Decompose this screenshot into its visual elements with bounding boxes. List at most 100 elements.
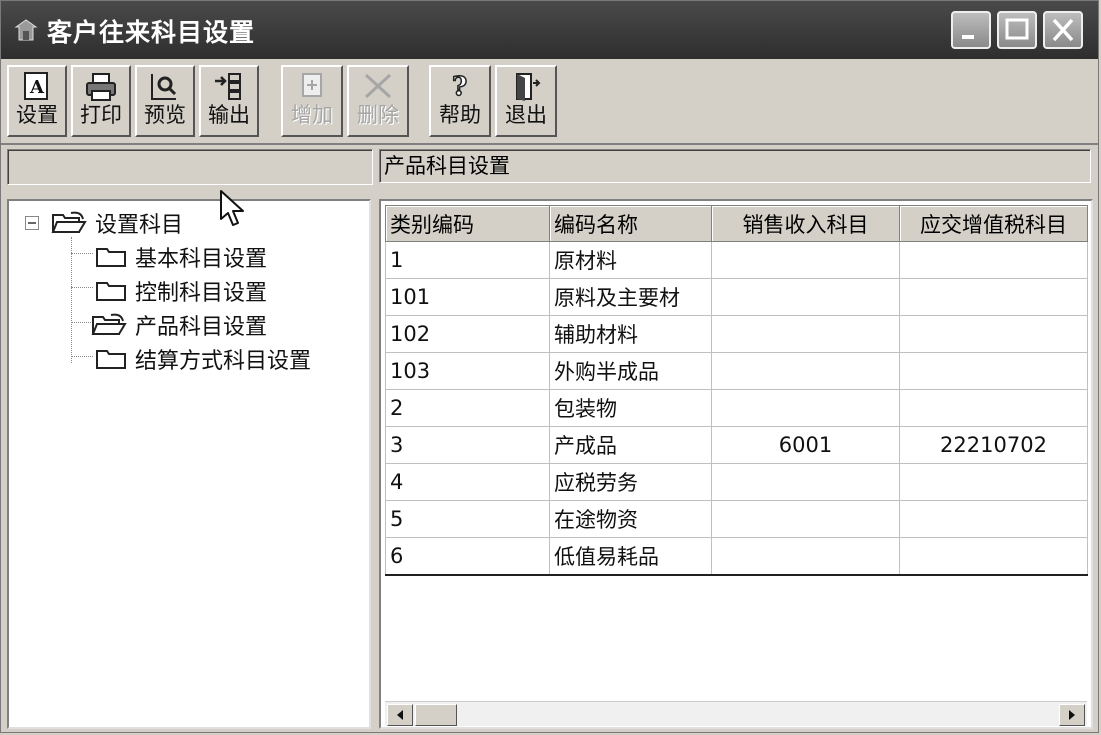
preview-button[interactable]: 预览: [135, 65, 195, 137]
open-folder-icon: [51, 211, 87, 233]
table-cell[interactable]: 外购半成品: [549, 352, 712, 390]
help-label: 帮助: [439, 103, 481, 127]
table-row[interactable]: 2 包装物: [385, 389, 1088, 427]
svg-text:?: ?: [452, 72, 467, 102]
tree-connector: [71, 237, 72, 363]
minimize-icon: [962, 35, 974, 39]
settings-label: 设置: [16, 103, 58, 127]
horizontal-scrollbar[interactable]: [385, 701, 1087, 726]
tree-connector: [71, 322, 93, 323]
svg-text:A: A: [29, 77, 45, 98]
folder-icon: [96, 350, 126, 369]
tree-item-label: 控制科目设置: [135, 281, 268, 306]
main-window: 客户往来科目设置 A 设置 打印 预览 输出 增加 删除 ? 帮助 退出 产品科…: [0, 0, 1099, 733]
tree-item-label: 基本科目设置: [135, 247, 268, 272]
column-header[interactable]: 应交增值税科目: [899, 205, 1088, 242]
add-button[interactable]: 增加: [281, 65, 343, 137]
mouse-cursor-icon: [220, 190, 244, 226]
table-cell[interactable]: 低值易耗品: [549, 537, 712, 576]
close-icon: [1052, 18, 1074, 42]
subject-tree[interactable]: 设置科目 基本科目设置 控制科目设置 产品科目设置 结算方式科目设置: [7, 199, 371, 729]
table-cell[interactable]: [711, 500, 900, 538]
table-row[interactable]: 101 原料及主要材: [385, 278, 1088, 316]
window-title: 客户往来科目设置: [47, 18, 256, 47]
table-cell[interactable]: [711, 537, 900, 576]
folder-icon: [96, 248, 126, 267]
exit-button[interactable]: 退出: [495, 65, 557, 137]
help-button[interactable]: ? 帮助: [429, 65, 491, 137]
column-header[interactable]: 销售收入科目: [711, 205, 900, 242]
table-cell[interactable]: 101: [385, 278, 550, 316]
open-folder-icon: [91, 313, 127, 335]
left-status-bar: [7, 149, 373, 185]
table-cell[interactable]: 原料及主要材: [549, 278, 712, 316]
section-title: 产品科目设置: [379, 149, 1091, 183]
table-cell[interactable]: [711, 315, 900, 353]
table-row[interactable]: 103 外购半成品: [385, 352, 1088, 390]
table-cell[interactable]: 6: [385, 537, 550, 576]
export-button[interactable]: 输出: [199, 65, 259, 137]
subject-table: 类别编码 编码名称 销售收入科目 应交增值税科目 1 原材料 101 原料及主要…: [385, 205, 1088, 576]
table-cell[interactable]: 102: [385, 315, 550, 353]
table-cell[interactable]: [899, 352, 1088, 390]
tree-connector: [71, 253, 93, 254]
table-header-row: 类别编码 编码名称 销售收入科目 应交增值税科目: [385, 205, 1088, 242]
table-row[interactable]: 4 应税劳务: [385, 463, 1088, 501]
table-cell[interactable]: [899, 389, 1088, 427]
table-cell[interactable]: 辅助材料: [549, 315, 712, 353]
arrow-left-icon: [397, 710, 403, 720]
table-cell[interactable]: 应税劳务: [549, 463, 712, 501]
table-row[interactable]: 5 在途物资: [385, 500, 1088, 538]
table-row[interactable]: 102 辅助材料: [385, 315, 1088, 353]
maximize-button[interactable]: [997, 11, 1037, 49]
scroll-left-button[interactable]: [387, 704, 413, 726]
table-cell[interactable]: 4: [385, 463, 550, 501]
table-row[interactable]: 6 低值易耗品: [385, 537, 1088, 576]
table-cell[interactable]: 原材料: [549, 241, 712, 279]
table-cell[interactable]: [899, 537, 1088, 576]
delete-button[interactable]: 删除: [347, 65, 409, 137]
title-bar[interactable]: 客户往来科目设置: [1, 1, 1098, 59]
table-cell[interactable]: [711, 241, 900, 279]
print-button[interactable]: 打印: [71, 65, 131, 137]
minimize-button[interactable]: [951, 11, 991, 49]
maximize-icon: [1005, 18, 1029, 40]
table-cell[interactable]: [899, 315, 1088, 353]
table-cell[interactable]: 1: [385, 241, 550, 279]
product-subject-grid[interactable]: 类别编码 编码名称 销售收入科目 应交增值税科目 1 原材料 101 原料及主要…: [379, 199, 1093, 729]
delete-label: 删除: [357, 103, 399, 127]
table-cell[interactable]: [899, 241, 1088, 279]
table-row[interactable]: 1 原材料: [385, 241, 1088, 279]
table-cell[interactable]: 22210702: [899, 426, 1088, 464]
table-cell[interactable]: [711, 389, 900, 427]
table-cell[interactable]: 包装物: [549, 389, 712, 427]
column-header[interactable]: 类别编码: [385, 205, 550, 242]
table-cell[interactable]: 在途物资: [549, 500, 712, 538]
close-button[interactable]: [1043, 11, 1083, 49]
table-row[interactable]: 3 产成品 6001 22210702: [385, 426, 1088, 464]
preview-label: 预览: [144, 103, 186, 127]
export-label: 输出: [208, 103, 250, 127]
table-cell[interactable]: [899, 500, 1088, 538]
scrollbar-thumb[interactable]: [415, 704, 457, 726]
table-cell[interactable]: [711, 463, 900, 501]
table-cell[interactable]: 2: [385, 389, 550, 427]
column-header[interactable]: 编码名称: [549, 205, 712, 242]
table-cell[interactable]: [899, 463, 1088, 501]
arrow-right-icon: [1069, 710, 1075, 720]
table-cell[interactable]: 3: [385, 426, 550, 464]
table-cell[interactable]: [899, 278, 1088, 316]
table-cell[interactable]: 103: [385, 352, 550, 390]
table-cell[interactable]: 5: [385, 500, 550, 538]
app-icon: [14, 19, 38, 41]
tree-item-label: 结算方式科目设置: [135, 349, 312, 374]
toolbar: A 设置 打印 预览 输出 增加 删除 ? 帮助 退出: [1, 59, 1098, 145]
table-cell[interactable]: [711, 278, 900, 316]
table-cell[interactable]: 产成品: [549, 426, 712, 464]
scroll-right-button[interactable]: [1059, 704, 1085, 726]
tree-root-label: 设置科目: [95, 213, 184, 238]
settings-button[interactable]: A 设置: [7, 65, 67, 137]
tree-connector: [71, 356, 93, 357]
table-cell[interactable]: 6001: [711, 426, 900, 464]
table-cell[interactable]: [711, 352, 900, 390]
